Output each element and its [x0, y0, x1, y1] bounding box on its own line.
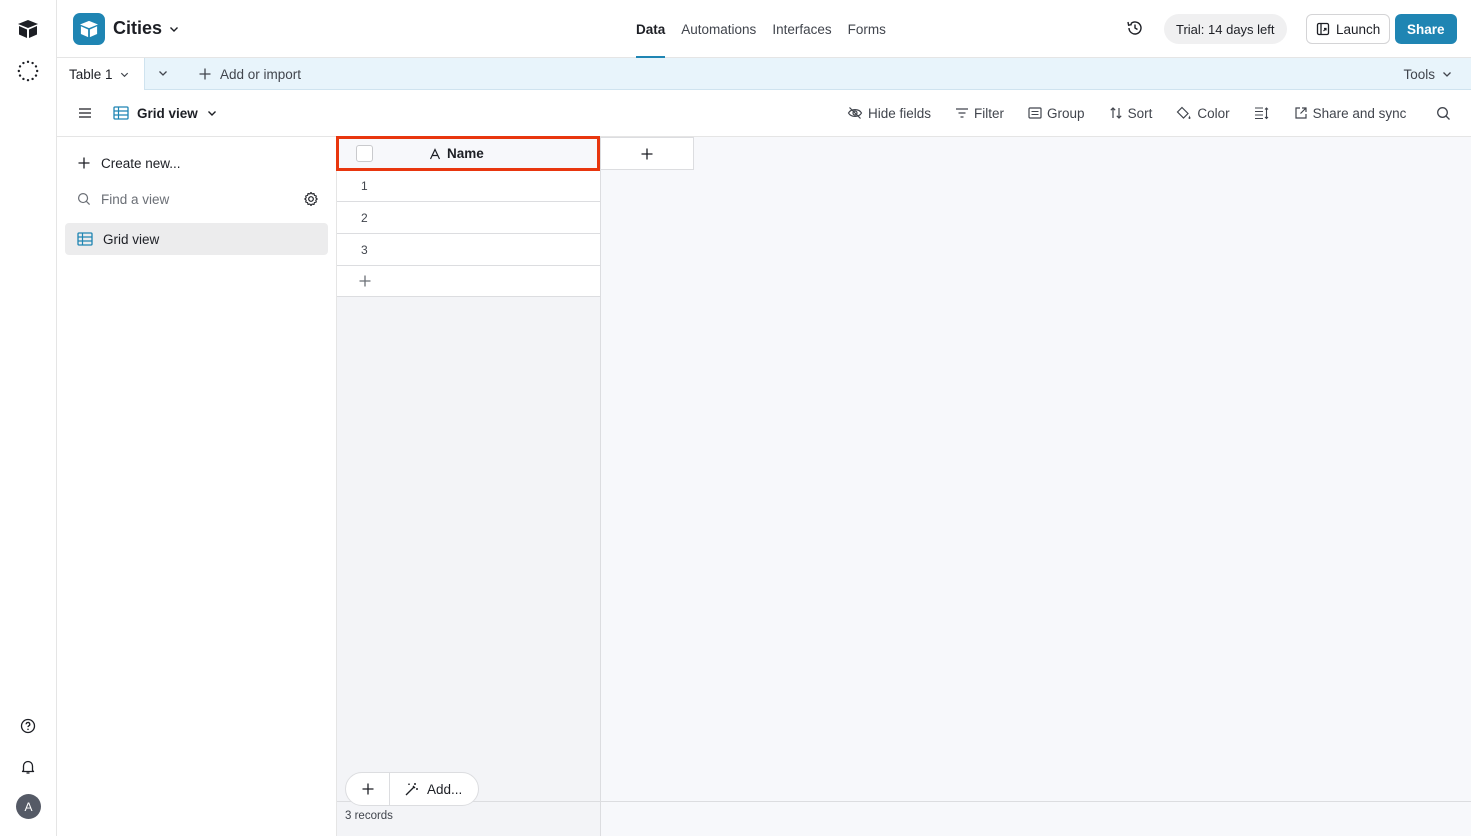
create-new-view-button[interactable]: Create new... [77, 153, 181, 173]
plus-icon [359, 275, 371, 287]
add-field-button[interactable] [601, 137, 694, 170]
sidebar-item-label: Grid view [103, 231, 160, 247]
filter-icon [956, 108, 969, 118]
launch-button[interactable]: Launch [1306, 14, 1391, 44]
plus-icon [199, 68, 211, 80]
view-name-label: Grid view [137, 105, 198, 121]
group-icon [1028, 107, 1042, 119]
sort-label: Sort [1127, 105, 1153, 121]
table-tab-label: Table 1 [69, 67, 113, 82]
user-avatar[interactable]: A [16, 794, 41, 819]
table-row[interactable]: 1 [337, 170, 600, 202]
table-row[interactable]: 3 [337, 234, 600, 266]
search-button[interactable] [1436, 106, 1451, 121]
sort-icon [1109, 107, 1122, 119]
history-icon[interactable] [1125, 18, 1145, 38]
row-height-icon [1254, 107, 1268, 120]
group-label: Group [1047, 105, 1085, 121]
grid-area: Name 1 2 3 Add... 3 records [336, 136, 1471, 836]
search-icon [1437, 106, 1451, 120]
footer-divider [337, 801, 1471, 802]
find-view-placeholder: Find a view [101, 191, 170, 207]
row-number: 2 [361, 211, 368, 225]
all-tables-chevron-icon[interactable] [157, 67, 169, 79]
chevron-down-icon [170, 26, 179, 32]
color-button[interactable]: Color [1176, 105, 1230, 121]
sidebar-item-grid-view[interactable]: Grid view [65, 223, 328, 255]
view-switcher[interactable]: Grid view [113, 90, 218, 136]
tab-data[interactable]: Data [636, 0, 666, 58]
eye-slash-icon [847, 107, 863, 119]
tab-automations[interactable]: Automations [681, 0, 756, 58]
base-name-menu[interactable]: Cities [113, 18, 180, 39]
app-rail: A [0, 0, 57, 836]
notifications-bell-icon[interactable] [17, 756, 39, 778]
row-number: 1 [361, 179, 368, 193]
row-number: 3 [361, 243, 368, 257]
share-and-sync-label: Share and sync [1312, 105, 1407, 121]
table-bar: Table 1 Add or import Tools [57, 58, 1471, 91]
add-record-button[interactable] [346, 773, 390, 805]
chevron-down-icon [207, 111, 216, 116]
grid-view-icon [77, 232, 93, 246]
tools-menu[interactable]: Tools [1403, 58, 1453, 90]
base-name: Cities [113, 18, 163, 38]
tab-interfaces[interactable]: Interfaces [772, 0, 831, 58]
omni-icon[interactable] [17, 60, 39, 82]
top-tabs: Data Automations Interfaces Forms [636, 0, 886, 58]
color-label: Color [1197, 105, 1230, 121]
highlight-box [336, 136, 600, 171]
share-button[interactable]: Share [1395, 14, 1457, 44]
views-sidebar: Create new... Find a view Grid view [57, 137, 337, 836]
tools-label: Tools [1403, 66, 1435, 82]
airtable-logo-icon[interactable] [17, 18, 39, 40]
top-bar: Cities Data Automations Interfaces Forms… [57, 0, 1471, 58]
hide-fields-button[interactable]: Hide fields [847, 106, 931, 121]
help-icon[interactable] [17, 715, 39, 737]
table-row[interactable]: 2 [337, 202, 600, 234]
search-icon [77, 192, 91, 206]
launch-icon [1316, 22, 1330, 36]
row-height-button[interactable] [1254, 106, 1270, 120]
record-count: 3 records [345, 810, 393, 822]
share-and-sync-button[interactable]: Share and sync [1294, 105, 1407, 121]
plus-icon [641, 148, 653, 159]
table-tab[interactable]: Table 1 [57, 58, 145, 91]
view-bar: Grid view Hide fields Filter Group Sort … [57, 90, 1471, 137]
add-with-ai-button[interactable]: Add... [390, 773, 478, 805]
chevron-down-icon [1443, 72, 1451, 77]
plus-icon [78, 157, 90, 169]
add-or-import-label: Add or import [220, 66, 302, 82]
add-row-button[interactable] [337, 266, 600, 297]
external-share-icon [1294, 107, 1307, 119]
gear-icon[interactable] [303, 191, 319, 207]
add-record-pill: Add... [345, 772, 480, 806]
add-with-ai-label: Add... [427, 781, 463, 797]
plus-icon [362, 783, 373, 795]
hide-fields-label: Hide fields [868, 105, 932, 121]
group-button[interactable]: Group [1028, 106, 1085, 121]
filter-button[interactable]: Filter [955, 106, 1004, 121]
trial-badge[interactable]: Trial: 14 days left [1164, 14, 1287, 44]
paint-bucket-icon [1176, 106, 1191, 119]
hamburger-menu-icon[interactable] [77, 105, 93, 121]
find-view-input[interactable]: Find a view [77, 189, 319, 209]
launch-label: Launch [1336, 21, 1381, 37]
chevron-down-icon [120, 72, 128, 78]
sort-button[interactable]: Sort [1109, 105, 1153, 121]
frozen-column: Name 1 2 3 [336, 136, 601, 836]
add-or-import-button[interactable]: Add or import [198, 58, 301, 90]
view-actions: Hide fields Filter Group Sort Color Shar… [847, 90, 1451, 136]
base-icon[interactable] [73, 13, 105, 45]
grid-view-icon [113, 106, 129, 120]
magic-wand-icon [405, 782, 418, 795]
tab-forms[interactable]: Forms [848, 0, 886, 58]
filter-label: Filter [974, 105, 1005, 121]
create-new-label: Create new... [101, 155, 181, 171]
